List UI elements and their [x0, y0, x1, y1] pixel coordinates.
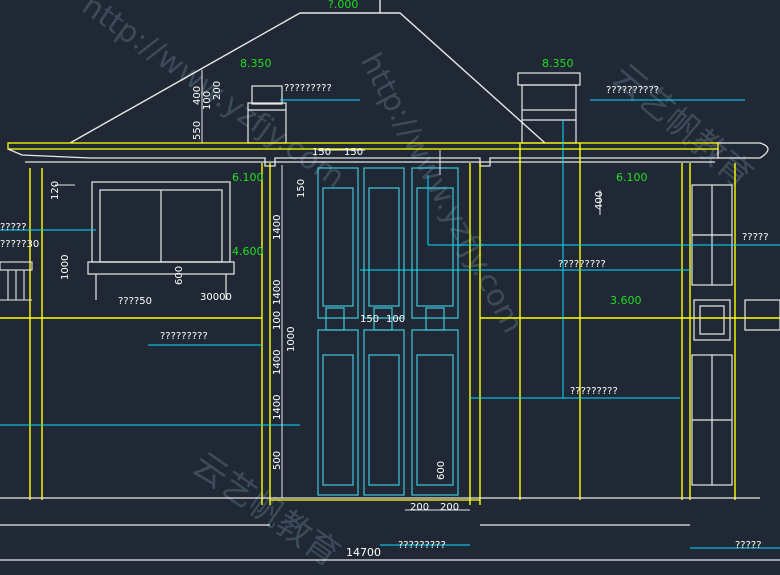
dim-100c: 100	[386, 314, 405, 325]
dimension-lines	[55, 70, 601, 511]
dim-1400d: 1400	[272, 395, 283, 420]
level-left-mid: 4.600	[232, 245, 264, 258]
dim-1400b: 1400	[272, 280, 283, 305]
note-bottom-right: ?????	[735, 540, 762, 551]
dim-1400c: 1400	[272, 350, 283, 375]
dim-200a: 200	[212, 81, 223, 100]
level-right-upper: 6.100	[616, 171, 648, 184]
note-bottom: ?????????	[398, 540, 446, 551]
dim-150d: 150	[360, 314, 379, 325]
dim-120: 120	[50, 181, 61, 200]
note-left-d: 30000	[200, 292, 232, 303]
dim-1000: 1000	[60, 255, 71, 280]
dim-600b: 600	[436, 461, 447, 480]
level-left-upper: 6.100	[232, 171, 264, 184]
dim-600: 600	[174, 266, 185, 285]
dim-200c: 200	[440, 502, 459, 513]
dim-1000c: 1000	[286, 327, 297, 352]
elevation-drawing: http://www.yzfjy.com http://www.yzfjy.co…	[0, 0, 780, 575]
chimney-right	[517, 72, 581, 144]
level-left-eave: 8.350	[240, 57, 272, 70]
level-right-mid: 3.600	[610, 294, 642, 307]
note-left-c: ????50	[118, 296, 152, 307]
level-ridge: ?.000	[328, 0, 358, 11]
level-right-eave: 8.350	[542, 57, 574, 70]
dim-1400a: 1400	[272, 215, 283, 240]
note-roof-left: ?????????	[284, 83, 332, 94]
note-right-edge: ?????	[742, 232, 769, 243]
dim-500: 500	[272, 451, 283, 470]
dim-400b: 400	[594, 191, 605, 210]
cornice	[7, 142, 769, 167]
note-roof-right: ??????????	[606, 85, 659, 96]
note-mid-right: ?????????	[558, 259, 606, 270]
dim-total-width: 14700	[346, 546, 381, 559]
left-window	[87, 181, 235, 300]
dim-100b: 100	[272, 311, 283, 330]
ground-lines	[0, 497, 780, 561]
note-left-a: ?????	[0, 222, 27, 233]
watermark-url-a: http://www.yzfjy.com	[353, 47, 530, 339]
dim-200b: 200	[410, 502, 429, 513]
dim-150b: 150	[344, 147, 363, 158]
note-left-b: ?????30	[0, 239, 39, 250]
dim-150c: 150	[296, 179, 307, 198]
balustrade	[0, 261, 33, 301]
right-window	[691, 184, 780, 486]
note-lower-right: ?????????	[570, 386, 618, 397]
notes: ????????? ?????????? ????? ?????30 ????5…	[0, 83, 769, 551]
note-center: ?????????	[160, 331, 208, 342]
dim-150a: 150	[312, 147, 331, 158]
dim-550: 550	[192, 121, 203, 140]
